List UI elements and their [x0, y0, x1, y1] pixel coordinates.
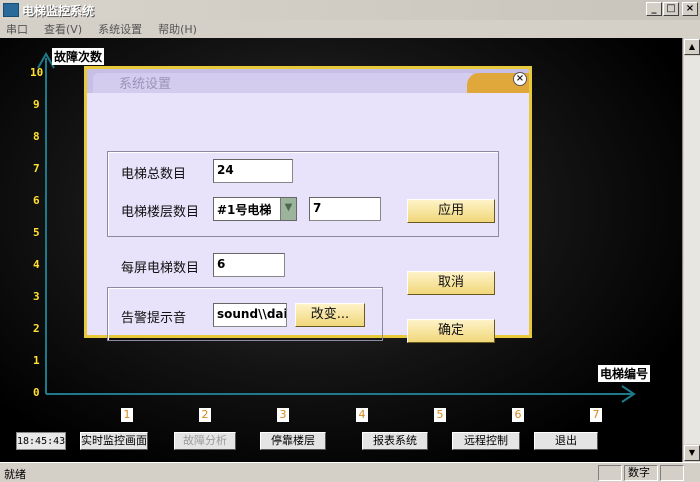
report-system-button[interactable]: 报表系统 [362, 432, 428, 450]
y-tick-1: 1 [33, 354, 40, 367]
y-tick-7: 7 [33, 162, 40, 175]
floors-label: 电梯楼层数目 [121, 205, 200, 220]
settings-dialog: 系统设置 × 电梯总数目 24 电梯楼层数目 #1号电梯 ▼ 7 应用 每屏电梯… [84, 66, 532, 343]
alarm-label: 告警提示音 [121, 311, 187, 326]
total-elevators-input[interactable]: 24 [213, 159, 293, 183]
y-tick-2: 2 [33, 322, 40, 335]
dialog-title-bar: 系统设置 × [87, 69, 529, 93]
dialog-close-icon[interactable]: × [513, 72, 527, 86]
y-tick-4: 4 [33, 258, 40, 271]
y-tick-5: 5 [33, 226, 40, 239]
menu-help[interactable]: 帮助(H) [150, 21, 205, 37]
exit-button[interactable]: 退出 [534, 432, 598, 450]
app-icon [3, 3, 19, 17]
close-window-button[interactable]: × [682, 2, 698, 16]
status-pane-empty-2 [660, 465, 684, 481]
menu-serial[interactable]: 串口 [0, 21, 36, 37]
elevator-select[interactable]: #1号电梯 ▼ [213, 197, 297, 221]
per-screen-label: 每屏电梯数目 [121, 261, 200, 276]
minimize-button[interactable]: _ [646, 2, 662, 16]
menu-view[interactable]: 查看(V) [36, 21, 90, 37]
y-tick-8: 8 [33, 130, 40, 143]
window-title: 电梯监控系统 [22, 3, 95, 18]
y-tick-10: 10 [30, 66, 44, 79]
x-tick-2: 2 [199, 408, 211, 422]
x-axis-title: 电梯编号 [598, 365, 651, 382]
floors-input[interactable]: 7 [309, 197, 381, 221]
x-tick-3: 3 [277, 408, 289, 422]
alarm-sound-input[interactable]: sound\\daill [213, 303, 287, 327]
per-screen-input[interactable]: 6 [213, 253, 285, 277]
realtime-monitor-button[interactable]: 实时监控画面 [80, 432, 148, 450]
scroll-down-arrow-icon[interactable]: ▼ [684, 445, 700, 461]
vertical-scrollbar[interactable]: ▲ ▼ [682, 38, 700, 462]
y-axis-title: 故障次数 [52, 48, 105, 65]
y-tick-6: 6 [33, 194, 40, 207]
menu-settings[interactable]: 系统设置 [90, 21, 150, 37]
dialog-body: 电梯总数目 24 电梯楼层数目 #1号电梯 ▼ 7 应用 每屏电梯数目 6 取消… [87, 93, 529, 343]
elevator-select-value: #1号电梯 [217, 203, 272, 217]
scroll-track[interactable] [684, 56, 700, 444]
title-bar: 电梯监控系统 _ □ × [0, 0, 700, 20]
ok-button[interactable]: 确定 [407, 319, 495, 343]
y-tick-3: 3 [33, 290, 40, 303]
x-tick-1: 1 [121, 408, 133, 422]
y-tick-9: 9 [33, 98, 40, 111]
status-bar: 就绪 数字 [0, 462, 700, 482]
dropdown-arrow-icon[interactable]: ▼ [280, 198, 296, 220]
total-elevators-label: 电梯总数目 [121, 167, 187, 182]
maximize-button[interactable]: □ [663, 2, 679, 16]
scroll-up-arrow-icon[interactable]: ▲ [684, 39, 700, 55]
menu-bar: 串口 查看(V) 系统设置 帮助(H) [0, 20, 700, 38]
window-controls: _ □ × [645, 2, 698, 16]
status-text: 就绪 [4, 468, 26, 481]
x-tick-5: 5 [434, 408, 446, 422]
clock: 18:45:43 [16, 432, 66, 450]
remote-control-button[interactable]: 远程控制 [452, 432, 520, 450]
x-tick-7: 7 [590, 408, 602, 422]
status-pane-num: 数字 [624, 465, 658, 481]
stop-floor-button[interactable]: 停靠楼层 [260, 432, 326, 450]
change-sound-button[interactable]: 改变... [295, 303, 365, 327]
status-pane-empty [598, 465, 622, 481]
x-tick-6: 6 [512, 408, 524, 422]
apply-button[interactable]: 应用 [407, 199, 495, 223]
y-tick-0: 0 [33, 386, 40, 399]
dialog-title: 系统设置 [119, 77, 172, 92]
cancel-button[interactable]: 取消 [407, 271, 495, 295]
x-tick-4: 4 [356, 408, 368, 422]
fault-analysis-button[interactable]: 故障分析 [174, 432, 236, 450]
